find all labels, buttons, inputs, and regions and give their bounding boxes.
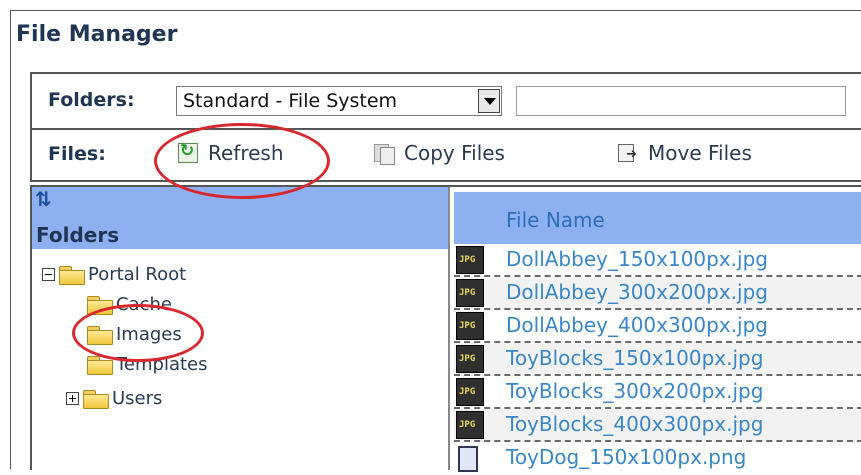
copy-icon xyxy=(374,143,395,165)
expand-icon[interactable] xyxy=(66,391,79,405)
jpg-file-icon xyxy=(456,246,484,274)
jpg-file-icon xyxy=(456,345,484,373)
files-label: Files: xyxy=(48,143,106,165)
files-panel: File Name DollAbbey_150x100px.jpg DollAb… xyxy=(450,187,861,472)
file-row[interactable]: ToyBlocks_150x100px.jpg xyxy=(454,343,861,376)
folder-path-field[interactable] xyxy=(516,86,846,116)
file-row[interactable]: ToyBlocks_300x200px.jpg xyxy=(454,376,861,409)
move-icon xyxy=(618,143,638,163)
folder-icon xyxy=(82,388,110,409)
tree-item-images[interactable]: Images xyxy=(86,321,182,347)
move-files-label: Move Files xyxy=(648,141,752,165)
chevron-down-icon[interactable] xyxy=(478,89,500,113)
move-files-button[interactable]: Move Files xyxy=(618,138,752,168)
jpg-file-icon xyxy=(456,279,484,307)
folder-icon xyxy=(86,354,114,375)
file-row[interactable]: ToyDog_150x100px.png xyxy=(454,442,861,475)
copy-files-button[interactable]: Copy Files xyxy=(374,138,505,168)
toolbar: Folders: Standard - File System Files: R… xyxy=(30,72,861,182)
folder-icon xyxy=(86,294,114,315)
tree-item-portal-root[interactable]: Portal Root xyxy=(42,261,186,287)
file-row[interactable]: DollAbbey_400x300px.jpg xyxy=(454,310,861,343)
folder-source-value: Standard - File System xyxy=(183,90,398,112)
folders-heading: Folders xyxy=(36,223,120,247)
copy-files-label: Copy Files xyxy=(404,141,505,165)
file-row[interactable]: ToyBlocks_400x300px.jpg xyxy=(454,409,861,442)
file-name[interactable]: ToyDog_150x100px.png xyxy=(506,445,746,469)
tree-item-cache[interactable]: Cache xyxy=(86,291,172,317)
folder-source-select[interactable]: Standard - File System xyxy=(176,86,502,116)
refresh-icon xyxy=(178,141,198,163)
jpg-file-icon xyxy=(456,312,484,340)
folders-row: Folders: Standard - File System xyxy=(32,74,861,130)
tree-item-label: Images xyxy=(116,323,182,345)
png-file-icon xyxy=(458,446,478,472)
file-name[interactable]: DollAbbey_150x100px.jpg xyxy=(506,247,768,271)
folders-header: Folders xyxy=(32,187,448,249)
file-name-column-label: File Name xyxy=(506,208,605,232)
files-row: Files: Refresh Copy Files Move Files xyxy=(32,130,861,178)
tree-item-label: Users xyxy=(112,387,163,409)
files-column-header[interactable]: File Name xyxy=(454,192,861,244)
file-name[interactable]: ToyBlocks_150x100px.jpg xyxy=(506,346,763,370)
folders-label: Folders: xyxy=(48,89,135,111)
file-name[interactable]: ToyBlocks_400x300px.jpg xyxy=(506,412,763,436)
refresh-button[interactable]: Refresh xyxy=(178,138,284,168)
tree-item-label: Cache xyxy=(116,293,172,315)
file-name[interactable]: DollAbbey_400x300px.jpg xyxy=(506,313,768,337)
jpg-file-icon xyxy=(456,411,484,439)
folders-panel: Folders Portal Root Cache Images Templat… xyxy=(32,187,450,470)
collapse-icon[interactable] xyxy=(42,267,55,281)
tree-item-users[interactable]: Users xyxy=(66,385,162,411)
file-name[interactable]: DollAbbey_300x200px.jpg xyxy=(506,280,768,304)
content-area: Folders Portal Root Cache Images Templat… xyxy=(30,185,861,472)
folder-icon xyxy=(86,324,114,345)
file-row[interactable]: DollAbbey_150x100px.jpg xyxy=(454,244,861,277)
tree-item-templates[interactable]: Templates xyxy=(86,351,208,377)
sync-folders-icon[interactable] xyxy=(35,187,57,211)
file-row[interactable]: DollAbbey_300x200px.jpg xyxy=(454,277,861,310)
file-name[interactable]: ToyBlocks_300x200px.jpg xyxy=(506,379,763,403)
tree-item-label: Templates xyxy=(116,353,208,375)
refresh-label: Refresh xyxy=(208,141,284,165)
folder-icon xyxy=(58,264,86,285)
page-title: File Manager xyxy=(16,22,178,47)
jpg-file-icon xyxy=(456,378,484,406)
tree-item-label: Portal Root xyxy=(88,263,187,285)
